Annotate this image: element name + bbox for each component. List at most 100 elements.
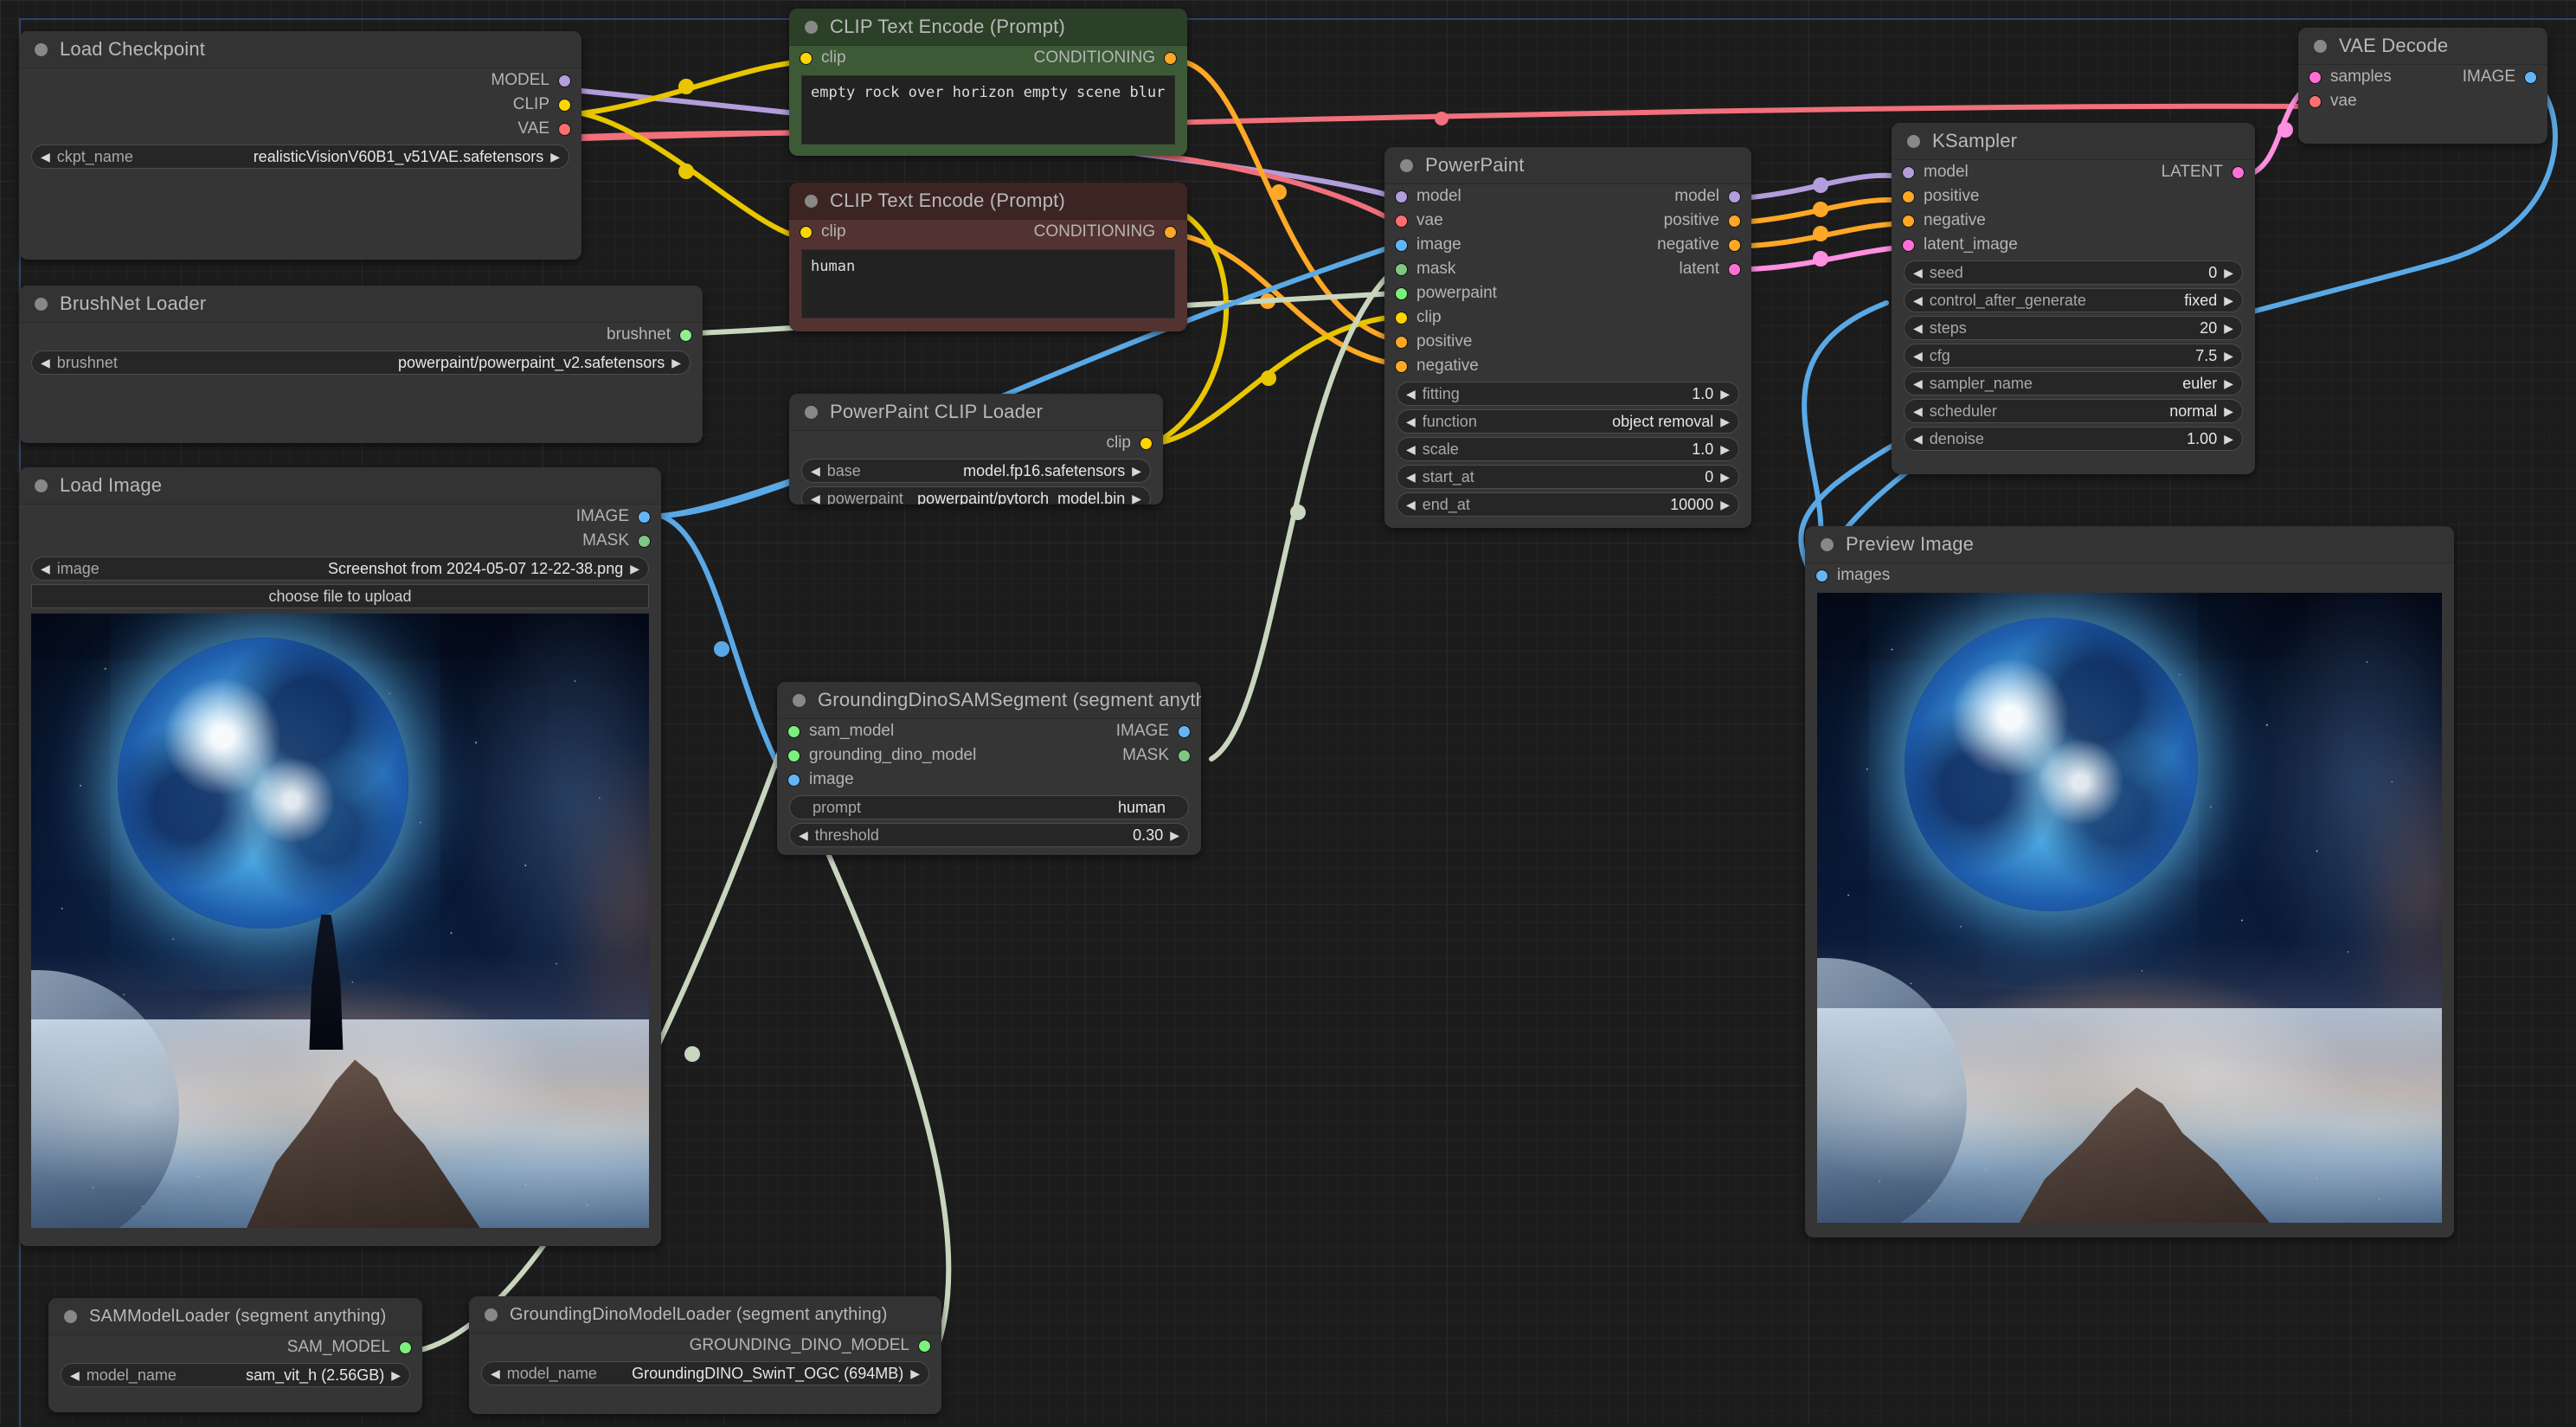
node-titlebar[interactable]: KSampler [1892,123,2255,160]
socket-dot-grounding-dino-model[interactable] [787,749,800,762]
input-socket-samples[interactable]: samples [2309,67,2392,87]
widget-fitting[interactable]: ◀ fitting 1.0 ▶ [1397,382,1739,406]
collapse-dot-icon[interactable] [2314,39,2327,53]
widget-brushnet[interactable]: ◀ brushnet powerpaint/powerpaint_v2.safe… [31,350,691,375]
node-load-image[interactable]: Load Image IMAGE MASK ◀ image Screenshot… [19,467,661,1246]
input-socket-clip[interactable]: clip [800,48,846,67]
socket-dot-clip[interactable] [558,98,571,112]
chevron-right-icon[interactable]: ▶ [1720,415,1730,427]
widget-steps[interactable]: ◀ steps 20 ▶ [1904,316,2243,340]
widget-sampler-name[interactable]: ◀ sampler_name euler ▶ [1904,371,2243,395]
node-powerpaint[interactable]: PowerPaint model model vae positive imag… [1384,147,1751,528]
input-socket-images[interactable]: images [1815,566,1890,585]
socket-dot-vae[interactable] [558,122,571,136]
chevron-left-icon[interactable]: ◀ [811,492,820,505]
output-socket-negative[interactable]: negative [1657,235,1741,254]
chevron-right-icon[interactable]: ▶ [2224,377,2233,389]
chevron-left-icon[interactable]: ◀ [1913,350,1923,362]
widget-powerpaint[interactable]: ◀ powerpaint powerpaint/pytorch_model.bi… [801,486,1151,505]
output-socket-conditioning[interactable]: CONDITIONING [1034,48,1177,67]
input-socket-positive[interactable]: positive [1902,187,1979,206]
collapse-dot-icon[interactable] [485,1308,498,1321]
widget-ckpt-name[interactable]: ◀ ckpt_name realisticVisionV60B1_v51VAE.… [31,145,569,169]
socket-dot-image[interactable] [2524,70,2537,84]
chevron-left-icon[interactable]: ◀ [70,1369,80,1381]
input-socket-clip[interactable]: clip [800,222,846,241]
node-clip-text-encode-positive[interactable]: CLIP Text Encode (Prompt) clip CONDITION… [789,9,1187,156]
output-socket-mask[interactable]: MASK [582,531,651,550]
output-socket-image[interactable]: IMAGE [2463,67,2537,87]
socket-dot-conditioning[interactable] [1395,359,1408,373]
output-socket-mask[interactable]: MASK [1122,746,1191,765]
chevron-right-icon[interactable]: ▶ [1720,498,1730,511]
widget-seed[interactable]: ◀ seed 0 ▶ [1904,260,2243,285]
socket-dot-model[interactable] [1395,190,1408,203]
socket-dot-brushnet[interactable] [679,328,692,342]
input-socket-positive[interactable]: positive [1395,332,1472,351]
node-titlebar[interactable]: GroundingDinoModelLoader (segment anythi… [469,1296,941,1334]
output-socket-positive[interactable]: positive [1664,211,1741,230]
chevron-left-icon[interactable]: ◀ [1406,443,1416,455]
chevron-left-icon[interactable]: ◀ [1913,405,1923,417]
choose-file-to-upload-button[interactable]: choose file to upload [31,584,649,608]
socket-dot-clip[interactable] [1395,311,1408,325]
input-socket-image[interactable]: image [787,770,854,789]
node-titlebar[interactable]: CLIP Text Encode (Prompt) [789,9,1187,46]
collapse-dot-icon[interactable] [805,20,818,34]
collapse-dot-icon[interactable] [35,479,48,492]
widget-prompt[interactable]: prompt human [789,795,1189,820]
socket-dot-conditioning[interactable] [1728,238,1741,252]
chevron-left-icon[interactable]: ◀ [1913,433,1923,445]
node-titlebar[interactable]: Load Image [19,467,661,505]
widget-base[interactable]: ◀ base model.fp16.safetensors ▶ [801,459,1151,483]
socket-dot-mask[interactable] [1395,262,1408,276]
output-socket-vae[interactable]: VAE [517,119,571,138]
chevron-right-icon[interactable]: ▶ [2224,322,2233,334]
socket-dot-conditioning[interactable] [1164,225,1177,239]
widget-function[interactable]: ◀ function object removal ▶ [1397,409,1739,434]
input-socket-vae[interactable]: vae [1395,211,1443,230]
socket-dot-clip[interactable] [1140,436,1153,450]
node-preview-image[interactable]: Preview Image images [1805,526,2454,1237]
socket-dot-clip[interactable] [800,51,813,65]
chevron-right-icon[interactable]: ▶ [671,357,681,369]
socket-dot-model[interactable] [558,74,571,87]
socket-dot-mask[interactable] [1178,749,1191,762]
chevron-left-icon[interactable]: ◀ [1913,322,1923,334]
input-socket-image[interactable]: image [1395,235,1461,254]
widget-threshold[interactable]: ◀ threshold 0.30 ▶ [789,823,1189,847]
prompt-textarea[interactable]: human [801,249,1175,318]
output-socket-sam-model[interactable]: SAM_MODEL [287,1338,412,1357]
socket-dot-image[interactable] [1395,238,1408,252]
widget-scheduler[interactable]: ◀ scheduler normal ▶ [1904,399,2243,423]
output-socket-clip[interactable]: CLIP [513,95,571,114]
node-powerpaint-clip-loader[interactable]: PowerPaint CLIP Loader clip ◀ base model… [789,394,1163,505]
node-titlebar[interactable]: Load Checkpoint [19,31,581,68]
chevron-left-icon[interactable]: ◀ [41,151,50,163]
input-socket-sam-model[interactable]: sam_model [787,722,894,741]
chevron-left-icon[interactable]: ◀ [41,562,50,575]
node-titlebar[interactable]: VAE Decode [2298,28,2547,65]
input-socket-latent-image[interactable]: latent_image [1902,235,2018,254]
chevron-right-icon[interactable]: ▶ [2224,267,2233,279]
output-socket-latent[interactable]: latent [1680,260,1741,279]
socket-dot-conditioning[interactable] [1395,335,1408,349]
chevron-right-icon[interactable]: ▶ [630,562,639,575]
node-titlebar[interactable]: BrushNet Loader [19,286,703,323]
socket-dot-powerpaint[interactable] [1395,286,1408,300]
chevron-left-icon[interactable]: ◀ [1406,388,1416,400]
input-socket-model[interactable]: model [1902,163,1969,182]
widget-model-name[interactable]: ◀ model_name GroundingDINO_SwinT_OGC (69… [481,1361,929,1385]
socket-dot-sam-model[interactable] [787,724,800,738]
node-titlebar[interactable]: PowerPaint [1384,147,1751,184]
output-socket-conditioning[interactable]: CONDITIONING [1034,222,1177,241]
output-socket-image[interactable]: IMAGE [576,507,651,526]
input-socket-negative[interactable]: negative [1395,357,1479,376]
input-socket-mask[interactable]: mask [1395,260,1455,279]
node-ksampler[interactable]: KSampler model LATENT positive negative … [1892,123,2255,474]
collapse-dot-icon[interactable] [805,405,818,419]
chevron-left-icon[interactable]: ◀ [811,465,820,477]
chevron-right-icon[interactable]: ▶ [2224,350,2233,362]
socket-dot-image[interactable] [787,773,800,787]
chevron-left-icon[interactable]: ◀ [41,357,50,369]
